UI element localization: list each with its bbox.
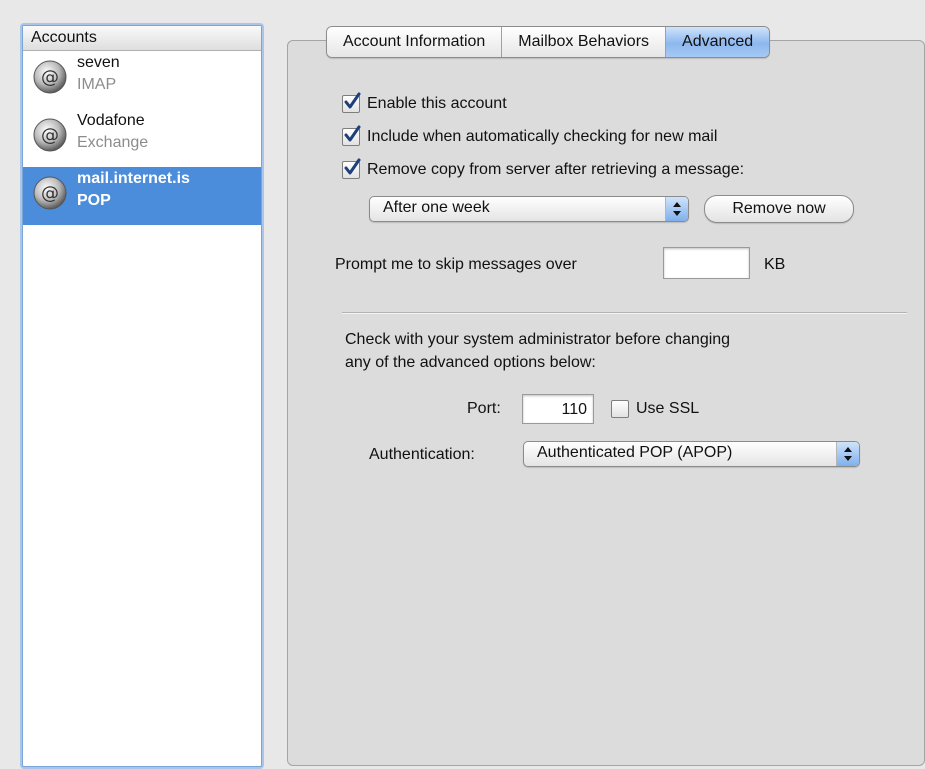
enable-account-label: Enable this account (367, 95, 507, 112)
svg-text:@: @ (41, 183, 59, 204)
include-auto-check-label: Include when automatically checking for … (367, 128, 718, 145)
skip-messages-label: Prompt me to skip messages over (335, 256, 577, 273)
popup-arrows-icon (836, 442, 859, 466)
enable-account-option: Enable this account (342, 92, 507, 115)
accounts-list[interactable]: Accounts @ seven IMAP @ Vodafone Exchang… (22, 25, 262, 767)
separator (342, 312, 907, 314)
checkmark-icon (344, 92, 361, 109)
account-item-vodafone[interactable]: @ Vodafone Exchange (23, 109, 261, 167)
account-name: seven (77, 54, 120, 71)
checkmark-icon (344, 158, 361, 175)
remove-copy-option: Remove copy from server after retrieving… (342, 158, 745, 181)
account-item-mail-internet-is[interactable]: @ mail.internet.is POP (23, 167, 261, 225)
tab-bar: Account Information Mailbox Behaviors Ad… (326, 26, 771, 58)
tab-mailbox-behaviors[interactable]: Mailbox Behaviors (502, 27, 667, 57)
remove-copy-label: Remove copy from server after retrieving… (367, 161, 745, 178)
authentication-popup[interactable]: Authenticated POP (APOP) (523, 441, 860, 467)
enable-account-checkbox[interactable] (342, 92, 361, 113)
account-type: Exchange (77, 134, 149, 151)
advanced-note-line2: any of the advanced options below: (345, 354, 596, 371)
authentication-value: Authenticated POP (APOP) (537, 444, 733, 461)
checkmark-icon (344, 125, 361, 142)
use-ssl-checkbox[interactable] (611, 400, 629, 418)
use-ssl-label: Use SSL (636, 400, 700, 417)
include-auto-check-option: Include when automatically checking for … (342, 125, 718, 148)
tab-advanced[interactable]: Advanced (666, 27, 770, 57)
advanced-note-line1: Check with your system administrator bef… (345, 331, 731, 348)
at-sign-icon: @ (33, 60, 67, 94)
at-sign-icon: @ (33, 118, 67, 152)
account-name: mail.internet.is (77, 170, 190, 187)
skip-size-field[interactable] (663, 247, 750, 279)
popup-arrows-icon (665, 197, 688, 221)
svg-text:@: @ (41, 125, 59, 146)
tab-account-information[interactable]: Account Information (327, 27, 503, 57)
include-auto-check-checkbox[interactable] (342, 125, 361, 146)
remove-after-popup[interactable]: After one week (369, 196, 689, 222)
remove-now-button[interactable]: Remove now (704, 195, 854, 223)
kb-unit-label: KB (764, 256, 786, 273)
account-name: Vodafone (77, 112, 145, 129)
advanced-panel (287, 40, 925, 766)
remove-copy-checkbox[interactable] (342, 158, 361, 179)
remove-after-value: After one week (383, 199, 490, 216)
port-label: Port: (467, 400, 501, 417)
accounts-header: Accounts (23, 26, 261, 51)
port-field[interactable]: 110 (522, 394, 594, 424)
at-sign-icon: @ (33, 176, 67, 210)
account-type: POP (77, 192, 111, 209)
use-ssl-option: Use SSL (611, 398, 699, 420)
authentication-label: Authentication: (369, 446, 475, 463)
account-type: IMAP (77, 76, 117, 93)
svg-text:@: @ (41, 67, 59, 88)
account-item-seven[interactable]: @ seven IMAP (23, 51, 261, 109)
